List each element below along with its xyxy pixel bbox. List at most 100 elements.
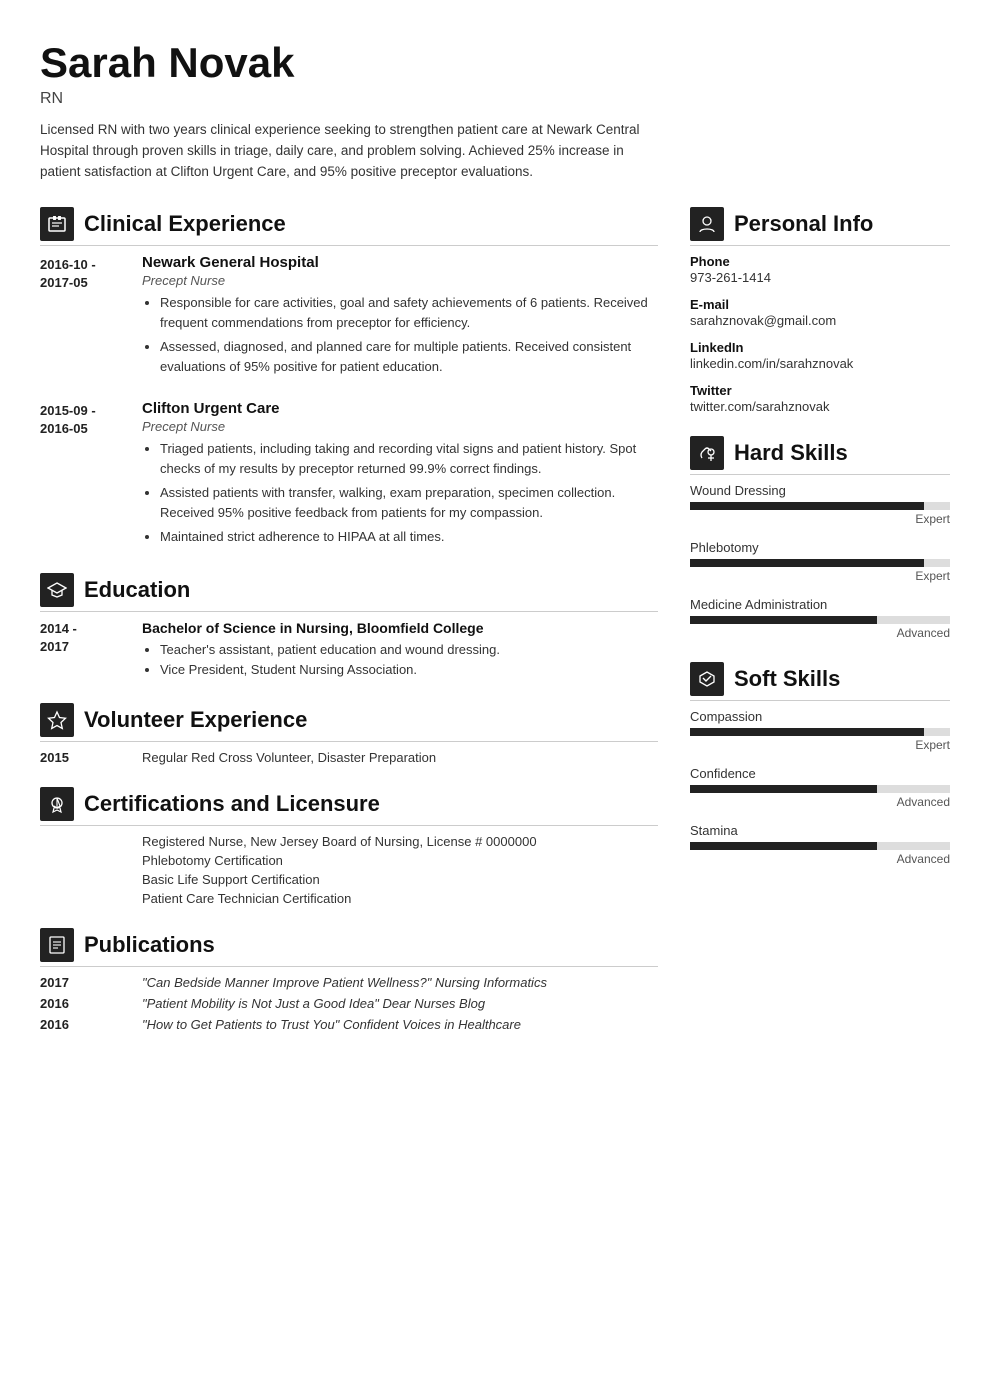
linkedin-label: LinkedIn	[690, 340, 950, 355]
clinical-experience-icon	[40, 207, 74, 241]
personal-info-email: E-mail sarahznovak@gmail.com	[690, 297, 950, 328]
soft-skill-1-bar	[690, 728, 950, 736]
hard-skill-1: Wound Dressing Expert	[690, 483, 950, 526]
pub-desc-3: "How to Get Patients to Trust You" Confi…	[142, 1017, 521, 1032]
vol-desc-1: Regular Red Cross Volunteer, Disaster Pr…	[142, 750, 436, 765]
soft-skill-2-fill	[690, 785, 877, 793]
personal-info-twitter: Twitter twitter.com/sarahznovak	[690, 383, 950, 414]
hard-skill-1-bar	[690, 502, 950, 510]
email-value: sarahznovak@gmail.com	[690, 313, 950, 328]
edu-content-1: Bachelor of Science in Nursing, Bloomfie…	[142, 620, 658, 680]
pub-year-1: 2017	[40, 975, 126, 990]
clinical-experience-title: Clinical Experience	[84, 211, 286, 237]
candidate-summary: Licensed RN with two years clinical expe…	[40, 120, 650, 183]
section-clinical-experience: Clinical Experience 2016-10 -2017-05 New…	[40, 207, 658, 551]
resume-header: Sarah Novak RN Licensed RN with two year…	[40, 40, 950, 183]
hard-skill-3-bar	[690, 616, 950, 624]
twitter-value: twitter.com/sarahznovak	[690, 399, 950, 414]
exp-org-1: Newark General Hospital	[142, 254, 658, 271]
clinical-exp-entry-2: 2015-09 -2016-05 Clifton Urgent Care Pre…	[40, 400, 658, 552]
certifications-title: Certifications and Licensure	[84, 791, 380, 817]
twitter-label: Twitter	[690, 383, 950, 398]
exp-content-2: Clifton Urgent Care Precept Nurse Triage…	[142, 400, 658, 552]
section-hard-skills-header: Hard Skills	[690, 436, 950, 475]
hard-skill-1-level: Expert	[690, 512, 950, 526]
vol-year-1: 2015	[40, 750, 126, 765]
clinical-exp-entry-1: 2016-10 -2017-05 Newark General Hospital…	[40, 254, 658, 382]
vol-entry-1: 2015 Regular Red Cross Volunteer, Disast…	[40, 750, 658, 765]
section-personal-info-header: Personal Info	[690, 207, 950, 246]
hard-skill-3-name: Medicine Administration	[690, 597, 950, 612]
soft-skill-2-name: Confidence	[690, 766, 950, 781]
pub-desc-2: "Patient Mobility is Not Just a Good Ide…	[142, 996, 485, 1011]
cert-text-1: Registered Nurse, New Jersey Board of Nu…	[142, 834, 537, 849]
cert-entry-3: Basic Life Support Certification	[40, 872, 658, 887]
email-label: E-mail	[690, 297, 950, 312]
hard-skill-1-name: Wound Dressing	[690, 483, 950, 498]
section-personal-info: Personal Info Phone 973-261-1414 E-mail …	[690, 207, 950, 414]
exp-content-1: Newark General Hospital Precept Nurse Re…	[142, 254, 658, 382]
cert-text-3: Basic Life Support Certification	[142, 872, 320, 887]
hard-skills-title: Hard Skills	[734, 440, 848, 466]
section-soft-skills: Soft Skills Compassion Expert Confidence…	[690, 662, 950, 866]
section-clinical-experience-header: Clinical Experience	[40, 207, 658, 246]
exp-bullet-2-2: Assisted patients with transfer, walking…	[160, 483, 658, 523]
soft-skill-3-fill	[690, 842, 877, 850]
soft-skill-1-level: Expert	[690, 738, 950, 752]
personal-info-linkedin: LinkedIn linkedin.com/in/sarahznovak	[690, 340, 950, 371]
candidate-title: RN	[40, 90, 950, 108]
soft-skill-1-name: Compassion	[690, 709, 950, 724]
pub-desc-1: "Can Bedside Manner Improve Patient Well…	[142, 975, 547, 990]
edu-bullet-1-1: Teacher's assistant, patient education a…	[160, 640, 658, 660]
hard-skill-2-fill	[690, 559, 924, 567]
volunteer-icon	[40, 703, 74, 737]
pub-year-3: 2016	[40, 1017, 126, 1032]
edu-entry-1: 2014 -2017 Bachelor of Science in Nursin…	[40, 620, 658, 680]
pub-year-2: 2016	[40, 996, 126, 1011]
section-certifications: Certifications and Licensure Registered …	[40, 787, 658, 906]
cert-entry-1: Registered Nurse, New Jersey Board of Nu…	[40, 834, 658, 849]
soft-skills-icon	[690, 662, 724, 696]
cert-entry-2: Phlebotomy Certification	[40, 853, 658, 868]
linkedin-value: linkedin.com/in/sarahznovak	[690, 356, 950, 371]
exp-bullet-1-1: Responsible for care activities, goal an…	[160, 293, 658, 333]
soft-skill-3-level: Advanced	[690, 852, 950, 866]
exp-bullets-2: Triaged patients, including taking and r…	[142, 439, 658, 548]
hard-skill-2-name: Phlebotomy	[690, 540, 950, 555]
left-column: Clinical Experience 2016-10 -2017-05 New…	[40, 207, 658, 1054]
section-education: Education 2014 -2017 Bachelor of Science…	[40, 573, 658, 680]
candidate-name: Sarah Novak	[40, 40, 950, 86]
exp-org-2: Clifton Urgent Care	[142, 400, 658, 417]
personal-info-icon	[690, 207, 724, 241]
hard-skill-3: Medicine Administration Advanced	[690, 597, 950, 640]
soft-skill-2-bar	[690, 785, 950, 793]
personal-info-phone: Phone 973-261-1414	[690, 254, 950, 285]
section-publications: Publications 2017 "Can Bedside Manner Im…	[40, 928, 658, 1032]
exp-bullet-2-3: Maintained strict adherence to HIPAA at …	[160, 527, 658, 547]
soft-skill-1: Compassion Expert	[690, 709, 950, 752]
section-soft-skills-header: Soft Skills	[690, 662, 950, 701]
edu-date-1: 2014 -2017	[40, 620, 126, 680]
pub-entry-1: 2017 "Can Bedside Manner Improve Patient…	[40, 975, 658, 990]
right-column: Personal Info Phone 973-261-1414 E-mail …	[690, 207, 950, 1054]
volunteer-title: Volunteer Experience	[84, 707, 307, 733]
section-volunteer-header: Volunteer Experience	[40, 703, 658, 742]
cert-text-4: Patient Care Technician Certification	[142, 891, 351, 906]
publications-icon	[40, 928, 74, 962]
phone-label: Phone	[690, 254, 950, 269]
hard-skill-2-bar	[690, 559, 950, 567]
education-title: Education	[84, 577, 190, 603]
section-certifications-header: Certifications and Licensure	[40, 787, 658, 826]
pub-entry-3: 2016 "How to Get Patients to Trust You" …	[40, 1017, 658, 1032]
soft-skill-3: Stamina Advanced	[690, 823, 950, 866]
hard-skill-3-fill	[690, 616, 877, 624]
soft-skill-3-name: Stamina	[690, 823, 950, 838]
phone-value: 973-261-1414	[690, 270, 950, 285]
exp-bullet-2-1: Triaged patients, including taking and r…	[160, 439, 658, 479]
soft-skill-2: Confidence Advanced	[690, 766, 950, 809]
hard-skill-1-fill	[690, 502, 924, 510]
edu-bullet-1-2: Vice President, Student Nursing Associat…	[160, 660, 658, 680]
education-icon	[40, 573, 74, 607]
cert-entry-4: Patient Care Technician Certification	[40, 891, 658, 906]
edu-org-1: Bachelor of Science in Nursing, Bloomfie…	[142, 620, 658, 636]
